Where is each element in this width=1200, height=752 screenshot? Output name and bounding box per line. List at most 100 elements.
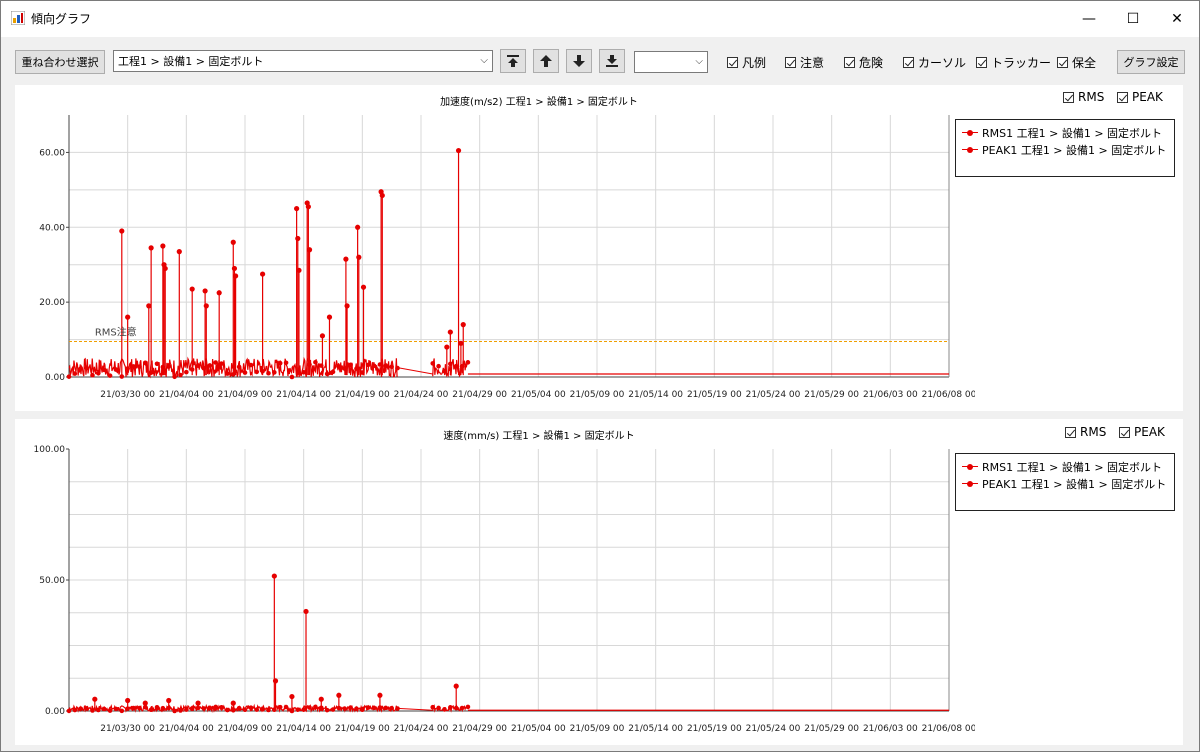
checkbox-checked[interactable] <box>1119 426 1130 438</box>
data-point <box>113 367 119 372</box>
data-point <box>219 704 224 710</box>
move-top-button[interactable] <box>500 49 526 73</box>
y-tick-label: 60.00 <box>39 148 65 158</box>
x-tick-label: 21/04/19 00 <box>335 724 390 734</box>
data-point <box>266 370 271 376</box>
y-tick-label: 0.00 <box>45 707 65 717</box>
data-point <box>131 705 136 711</box>
data-point <box>365 362 371 368</box>
peak-point <box>203 303 209 309</box>
x-tick-label: 21/04/04 00 <box>159 390 214 400</box>
check-cursor[interactable]: カーソル <box>903 54 966 71</box>
acceleration-chart[interactable]: 21/03/30 00 21/04/04 00 21/04/09 00 21/04/1… <box>15 85 975 411</box>
data-point <box>225 707 230 713</box>
path-select[interactable]: 工程1 > 設備1 > 固定ボルト ⌵ <box>113 50 493 72</box>
check-rms[interactable]: RMS <box>1063 90 1104 104</box>
check-peak[interactable]: PEAK <box>1119 425 1165 439</box>
velocity-chart[interactable]: 21/03/30 00 21/04/04 00 21/04/09 00 21/04/1… <box>15 419 976 745</box>
move-up-button[interactable] <box>533 49 559 73</box>
x-tick-label: 21/04/09 00 <box>218 724 273 734</box>
x-tick-label: 21/05/24 00 <box>746 390 801 400</box>
data-point <box>72 371 78 376</box>
data-point <box>207 363 213 368</box>
check-caution[interactable]: 注意 <box>785 54 824 71</box>
data-point <box>84 706 89 711</box>
peak-point <box>296 267 302 273</box>
x-tick-label: 21/05/09 00 <box>570 390 625 400</box>
check-label: 危険 <box>859 56 884 70</box>
legend-marker-icon <box>962 480 978 488</box>
checkbox-checked[interactable] <box>1065 426 1076 438</box>
checkbox-checked[interactable] <box>1063 91 1074 103</box>
data-point <box>330 369 336 375</box>
peak-point <box>455 147 462 154</box>
x-tick-label: 21/05/14 00 <box>628 390 683 400</box>
close-button[interactable]: ✕ <box>1155 1 1199 37</box>
move-down-button[interactable] <box>566 49 592 73</box>
checkbox-checked[interactable] <box>1057 57 1068 68</box>
data-point <box>465 360 471 365</box>
peak-point <box>295 235 301 242</box>
x-tick-label: 21/04/14 00 <box>276 390 331 400</box>
move-bottom-button[interactable] <box>599 49 625 73</box>
data-point <box>277 360 283 366</box>
check-rms[interactable]: RMS <box>1065 425 1106 439</box>
data-point <box>336 364 342 369</box>
overlay-select-button[interactable]: 重ね合わせ選択 <box>15 50 105 74</box>
peak-point <box>195 700 201 706</box>
check-legend[interactable]: 凡例 <box>727 54 766 71</box>
data-point <box>219 361 224 366</box>
peak-point <box>92 696 98 702</box>
data-point <box>348 705 353 710</box>
check-label: 凡例 <box>742 56 767 70</box>
y-tick-label: 40.00 <box>39 223 65 233</box>
data-point <box>365 705 371 710</box>
data-point <box>283 360 289 366</box>
data-point <box>213 704 218 710</box>
check-label: PEAK <box>1132 90 1163 104</box>
data-point <box>289 374 295 380</box>
peak-point <box>336 692 342 698</box>
legend-marker-icon <box>962 463 978 471</box>
check-danger[interactable]: 危険 <box>844 54 883 71</box>
legend-marker-icon <box>962 129 978 137</box>
maximize-button[interactable]: ☐ <box>1111 1 1155 37</box>
checkbox-checked[interactable] <box>785 57 796 68</box>
data-point <box>154 704 160 710</box>
check-peak[interactable]: PEAK <box>1117 90 1163 104</box>
minimize-button[interactable]: — <box>1067 1 1111 37</box>
data-point <box>96 370 101 376</box>
data-point <box>301 369 306 375</box>
check-tracker[interactable]: トラッカー <box>976 54 1051 71</box>
peak-point <box>189 286 195 292</box>
checkbox-checked[interactable] <box>844 57 855 68</box>
checkbox-checked[interactable] <box>903 57 914 68</box>
data-point <box>213 360 218 365</box>
data-point <box>313 704 318 710</box>
checkbox-checked[interactable] <box>727 57 738 68</box>
data-point <box>189 706 195 712</box>
data-point <box>248 362 254 368</box>
y-tick-label: 50.00 <box>39 576 65 586</box>
x-tick-label: 21/04/24 00 <box>394 724 449 734</box>
x-tick-label: 21/05/19 00 <box>687 390 742 400</box>
peak-point <box>377 692 383 698</box>
peak-point <box>216 290 222 296</box>
checkbox-checked[interactable] <box>976 57 987 68</box>
peak-point <box>343 256 349 262</box>
data-point <box>448 705 453 710</box>
check-maintenance[interactable]: 保全 <box>1057 54 1096 71</box>
data-point <box>436 705 441 711</box>
checkbox-checked[interactable] <box>1117 91 1128 103</box>
small-select[interactable]: ⌵ <box>634 51 708 73</box>
x-tick-label: 21/04/29 00 <box>452 390 507 400</box>
x-tick-label: 21/03/30 00 <box>100 724 155 734</box>
data-point <box>137 364 142 369</box>
graph-settings-button[interactable]: グラフ設定 <box>1117 50 1185 74</box>
peak-point <box>379 192 385 199</box>
data-point <box>236 705 242 711</box>
check-label: トラッカー <box>991 56 1052 70</box>
x-tick-label: 21/06/08 00 <box>922 390 975 400</box>
peak-point <box>271 573 277 579</box>
data-point <box>195 363 201 368</box>
